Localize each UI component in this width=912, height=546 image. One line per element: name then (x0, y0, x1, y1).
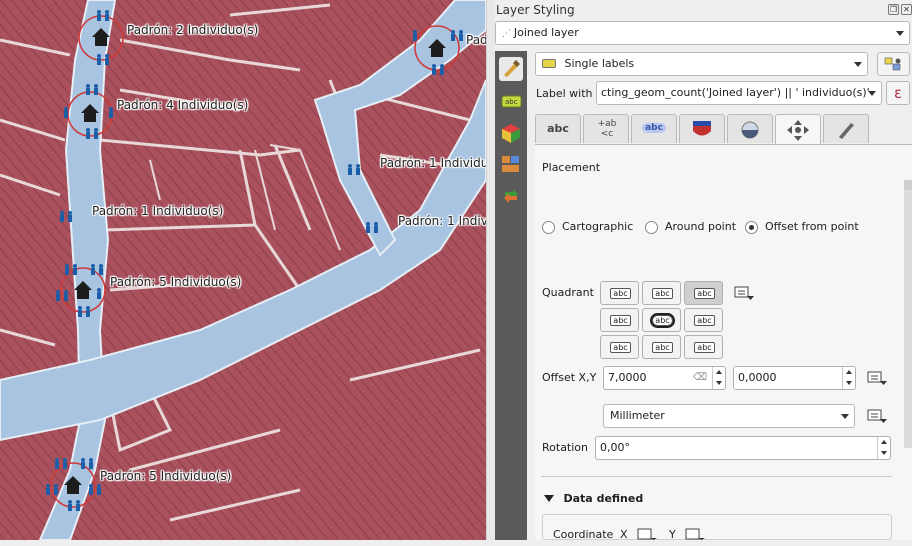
map-label: Padrón: 5 Individuo(s) (100, 469, 232, 483)
tab-shadow[interactable] (727, 114, 773, 143)
offset-from-point-label: Offset from point (765, 220, 859, 233)
map-label: Padrón: 1 Individ (398, 214, 486, 228)
label-expression-value: cting_geom_count('Joined layer') || ' in… (601, 86, 870, 99)
shadow-icon (741, 121, 759, 139)
increment-button[interactable] (842, 367, 855, 378)
3d-view-icon[interactable] (499, 121, 523, 145)
map-label: Padró (466, 33, 486, 47)
quadrant-above-right[interactable]: abc (684, 281, 723, 305)
tab-background[interactable] (679, 114, 725, 143)
decrement-button[interactable] (712, 378, 725, 389)
map-label: Padrón: 5 Individuo(s) (110, 275, 242, 289)
collapse-arrow-icon (544, 495, 554, 502)
rule-based-button[interactable] (877, 52, 910, 76)
quadrant-below[interactable]: abc (642, 335, 681, 359)
tab-text[interactable]: abc (535, 114, 581, 143)
map-label: Padrón: 1 Individuo(s) (92, 204, 224, 218)
offset-y-spinbox[interactable]: 0,0000 (733, 366, 856, 390)
masks-icon[interactable] (499, 152, 523, 176)
offset-label: Offset X,Y (542, 371, 597, 384)
chevron-down-icon (841, 414, 849, 419)
offset-unit-combo[interactable]: Millimeter (603, 404, 855, 428)
symbology-brush-icon[interactable] (499, 57, 523, 81)
float-panel-button[interactable]: ❐ (888, 4, 899, 15)
data-defined-title: Data defined (563, 492, 644, 505)
decrement-button[interactable] (877, 448, 890, 459)
placement-title: Placement (542, 161, 601, 174)
renderer-combo-value: Single labels (564, 57, 635, 70)
offset-y-value: 0,0000 (738, 371, 777, 384)
data-defined-override-icon[interactable] (865, 369, 889, 389)
panel-title: Layer Styling (496, 3, 575, 17)
map-label: Padrón: 1 Individu (380, 156, 486, 170)
rendering-brush-icon (839, 123, 854, 139)
increment-button[interactable] (712, 367, 725, 378)
data-defined-override-icon[interactable] (732, 284, 756, 304)
coord-y-override-icon[interactable] (683, 526, 707, 546)
quadrant-label: Quadrant (542, 286, 594, 299)
tab-rendering[interactable] (823, 114, 869, 143)
coord-x-override-icon[interactable] (635, 526, 659, 546)
placement-section: Placement (535, 144, 912, 540)
cartographic-radio[interactable] (542, 221, 555, 234)
quadrant-below-left[interactable]: abc (600, 335, 639, 359)
panel-splitter[interactable] (486, 0, 495, 540)
expression-button[interactable]: ε (886, 81, 910, 105)
quadrant-over[interactable]: abc (642, 308, 681, 332)
clear-icon[interactable]: ⌫ (693, 367, 707, 389)
label-with-caption: Label with (536, 87, 593, 100)
rotation-spinbox[interactable]: 0,00° (595, 436, 891, 460)
coord-y-label: Y (669, 528, 676, 541)
decrement-button[interactable] (842, 378, 855, 389)
chevron-down-icon (854, 62, 862, 67)
offset-from-point-radio[interactable] (745, 221, 758, 234)
quadrant-right[interactable]: abc (684, 308, 723, 332)
rotation-value: 0,00° (600, 441, 630, 454)
tab-placement[interactable] (775, 114, 821, 145)
history-icon[interactable] (499, 184, 523, 208)
cartographic-label: Cartographic (562, 220, 634, 233)
layer-combo-value: Joined layer (513, 26, 579, 39)
grid-settings-icon (884, 57, 901, 71)
around-point-radio[interactable] (645, 221, 658, 234)
single-labels-icon (542, 59, 556, 68)
divider (541, 476, 892, 477)
chevron-down-icon (868, 91, 876, 96)
around-point-label: Around point (665, 220, 737, 233)
increment-button[interactable] (877, 437, 890, 448)
quadrant-left[interactable]: abc (600, 308, 639, 332)
tab-buffer[interactable]: abc (631, 114, 677, 143)
quadrant-above-left[interactable]: abc (600, 281, 639, 305)
data-defined-toggle[interactable]: Data defined (544, 492, 643, 505)
renderer-combo[interactable]: Single labels (535, 52, 868, 76)
layer-styling-panel: Layer Styling ❐ ✕ ⋰ Joined layer abc Sin… (495, 0, 912, 541)
offset-x-spinbox[interactable]: 7,0000 ⌫ (603, 366, 726, 390)
labels-icon[interactable]: abc (499, 89, 523, 113)
coord-x-label: X (620, 528, 628, 541)
map-label: Padrón: 4 Individuo(s) (117, 98, 249, 112)
style-sidebar: abc (495, 51, 527, 540)
rotation-label: Rotation (542, 441, 589, 454)
placement-icon (787, 120, 809, 141)
close-panel-button[interactable]: ✕ (901, 4, 912, 15)
layer-combo[interactable]: ⋰ Joined layer (495, 21, 910, 45)
coordinate-label: Coordinate (553, 528, 614, 541)
layer-icon: ⋰ (502, 29, 514, 39)
chevron-down-icon (896, 31, 904, 36)
quadrant-above[interactable]: abc (642, 281, 681, 305)
map-canvas[interactable]: Padrón: 2 Individuo(s) Padró Padrón: 4 I… (0, 0, 486, 540)
data-defined-override-icon[interactable] (865, 407, 889, 427)
scrollbar[interactable] (904, 180, 912, 448)
map-label: Padrón: 2 Individuo(s) (127, 23, 259, 37)
tab-formatting[interactable]: +ab <c (583, 114, 629, 143)
quadrant-below-right[interactable]: abc (684, 335, 723, 359)
offset-x-value: 7,0000 (608, 371, 647, 384)
cluster-markers (46, 10, 463, 511)
svg-text:abc: abc (505, 98, 518, 106)
offset-unit-value: Millimeter (610, 409, 665, 422)
shield-icon (693, 121, 711, 136)
label-expression-combo[interactable]: cting_geom_count('Joined layer') || ' in… (596, 81, 882, 105)
